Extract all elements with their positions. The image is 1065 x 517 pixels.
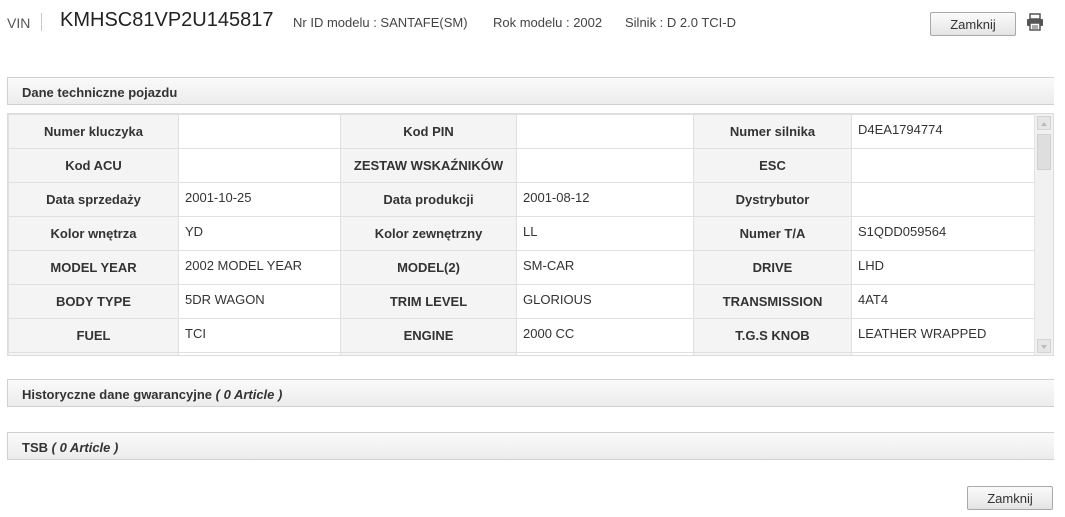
warranty-section-title: Historyczne dane gwarancyjne [22, 387, 213, 402]
table-row: BODY TYPE 5DR WAGON TRIM LEVEL GLORIOUS TRAN… [8, 284, 1036, 319]
tech-section-title: Dane techniczne pojazdu [22, 85, 178, 100]
field-value: LL [516, 216, 694, 251]
field-value [851, 352, 1036, 355]
table-row: Kolor wnętrza YD Kolor zewnętrzny LL Numer T… [8, 216, 1036, 251]
field-value: 2000 CC [516, 318, 694, 353]
close-button-top[interactable]: Zamknij [930, 12, 1016, 36]
field-label: Kolor wnętrza [8, 216, 179, 251]
field-value: 2001-08-12 [516, 182, 694, 217]
field-value [516, 352, 694, 355]
field-label: Numer silnika [693, 114, 852, 149]
field-label: Kod PIN [340, 114, 517, 149]
field-label: ESC [693, 148, 852, 183]
tech-section-header[interactable]: Dane techniczne pojazdu [7, 77, 1054, 105]
field-label: MODEL(2) [340, 250, 517, 285]
field-label [340, 352, 517, 355]
field-value: D4EA1794774 [851, 114, 1036, 149]
field-value [178, 352, 341, 355]
field-value: GLORIOUS [516, 284, 694, 319]
vehicle-header: VIN KMHSC81VP2U145817 Nr ID modelu : SAN… [0, 0, 1065, 44]
field-label: Data produkcji [340, 182, 517, 217]
engine-info: Silnik : D 2.0 TCI-D [625, 15, 737, 30]
field-label: BODY TYPE [8, 284, 179, 319]
field-label [8, 352, 179, 355]
tsb-article-count: ( 0 Article ) [51, 440, 119, 455]
field-label: Dystrybutor [693, 182, 852, 217]
field-value: 5DR WAGON [178, 284, 341, 319]
vin-value: KMHSC81VP2U145817 [60, 9, 274, 31]
vin-label: VIN [7, 15, 31, 31]
field-label: T.G.S KNOB [693, 318, 852, 353]
field-label: FUEL [8, 318, 179, 353]
scroll-down-arrow-icon[interactable] [1037, 339, 1051, 353]
scroll-thumb[interactable] [1037, 134, 1051, 170]
model-year: Rok modelu : 2002 [493, 15, 603, 30]
field-value: S1QDD059564 [851, 216, 1036, 251]
field-label: Data sprzedaży [8, 182, 179, 217]
field-label: TRANSMISSION [693, 284, 852, 319]
field-value: TCI [178, 318, 341, 353]
field-value: LEATHER WRAPPED [851, 318, 1036, 353]
field-label: Kolor zewnętrzny [340, 216, 517, 251]
field-label: ZESTAW WSKAŹNIKÓW [340, 148, 517, 183]
field-label: TRIM LEVEL [340, 284, 517, 319]
table-row: Numer kluczyka Kod PIN Numer silnika D4EA17… [8, 114, 1036, 149]
tsb-section-title: TSB [22, 440, 48, 455]
field-label: MODEL YEAR [8, 250, 179, 285]
warranty-section-header[interactable]: Historyczne dane gwarancyjne ( 0 Article… [7, 379, 1054, 407]
field-value: 2001-10-25 [178, 182, 341, 217]
table-scrollbar[interactable] [1034, 114, 1053, 355]
printer-icon[interactable] [1026, 13, 1044, 31]
field-value [178, 114, 341, 149]
field-value: 2002 MODEL YEAR [178, 250, 341, 285]
field-label: Numer T/A [693, 216, 852, 251]
field-value: SM-CAR [516, 250, 694, 285]
model-id: Nr ID modelu : SANTAFE(SM) [293, 15, 468, 30]
warranty-article-count: ( 0 Article ) [215, 387, 283, 402]
close-button-bottom[interactable]: Zamknij [967, 486, 1053, 510]
table-row: MODEL YEAR 2002 MODEL YEAR MODEL(2) SM-CAR D… [8, 250, 1036, 285]
field-label: Numer kluczyka [8, 114, 179, 149]
field-label: Kod ACU [8, 148, 179, 183]
field-label: ENGINE [340, 318, 517, 353]
field-value [516, 114, 694, 149]
field-value: 4AT4 [851, 284, 1036, 319]
scroll-up-arrow-icon[interactable] [1037, 116, 1051, 130]
field-label [693, 352, 852, 355]
field-value: LHD [851, 250, 1036, 285]
field-value: YD [178, 216, 341, 251]
table-row: Data sprzedaży 2001-10-25 Data produkcji 20… [8, 182, 1036, 217]
field-value [178, 148, 341, 183]
field-label: DRIVE [693, 250, 852, 285]
tech-data-table-container: Numer kluczyka Kod PIN Numer silnika D4EA17… [7, 113, 1054, 356]
field-value [851, 182, 1036, 217]
vin-separator [41, 13, 42, 31]
table-row [8, 352, 1036, 355]
field-value [516, 148, 694, 183]
tech-data-table: Numer kluczyka Kod PIN Numer silnika D4EA17… [8, 114, 1036, 355]
field-value [851, 148, 1036, 183]
table-row: FUEL TCI ENGINE 2000 CC T.G.S KNOB LEATHER WR… [8, 318, 1036, 353]
tsb-section-header[interactable]: TSB ( 0 Article ) [7, 432, 1054, 460]
table-row: Kod ACU ZESTAW WSKAŹNIKÓW ESC [8, 148, 1036, 183]
